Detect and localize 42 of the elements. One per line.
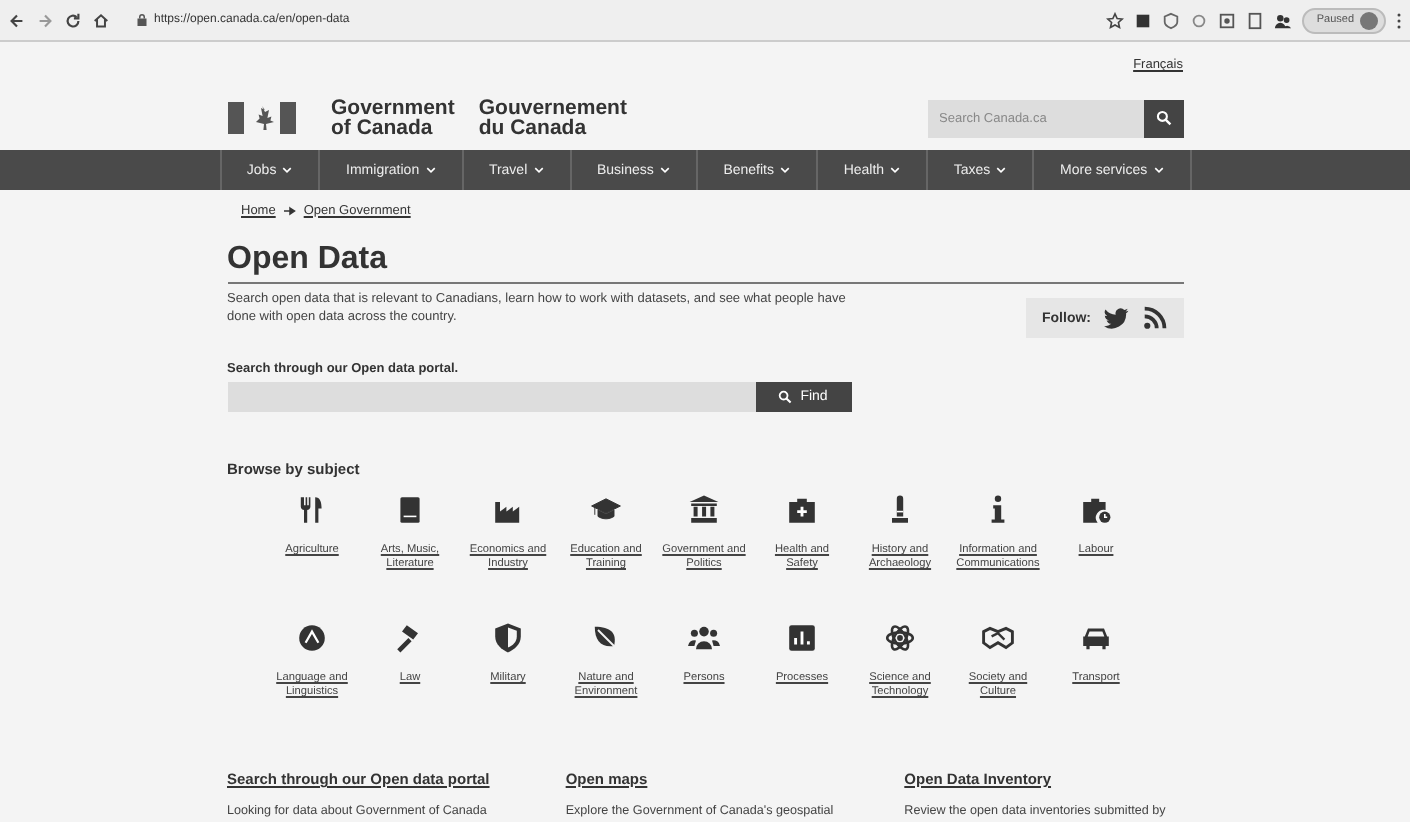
square-outline-icon[interactable]	[1218, 11, 1237, 29]
shield-outline-icon[interactable]	[1162, 11, 1181, 29]
rss-icon[interactable]	[1141, 306, 1167, 330]
arrow-icon	[283, 205, 296, 215]
toolbox-icon[interactable]	[1080, 494, 1112, 526]
search-icon	[778, 390, 793, 404]
lock-icon	[136, 12, 148, 28]
fork-knife-icon[interactable]	[296, 494, 328, 526]
atom-icon[interactable]	[884, 622, 916, 654]
building-icon[interactable]	[688, 494, 720, 526]
people-icon[interactable]	[688, 622, 720, 654]
people-pair-icon[interactable]	[1274, 11, 1293, 29]
car-icon[interactable]	[1080, 622, 1112, 654]
reload-icon[interactable]	[64, 11, 82, 29]
search-icon	[1155, 110, 1171, 126]
chevron-down-icon	[282, 166, 293, 174]
page-icon[interactable]	[1246, 11, 1265, 29]
wordmark-french: Gouvernement du Canada	[478, 98, 627, 138]
flag-icon	[227, 102, 295, 134]
chevron-down-icon	[425, 166, 436, 174]
medical-kit-icon[interactable]	[786, 494, 818, 526]
bird-icon[interactable]	[1103, 306, 1129, 330]
avatar-icon	[1360, 11, 1378, 29]
chevron-down-icon	[659, 166, 670, 174]
shield-icon[interactable]	[492, 622, 524, 654]
chevron-down-icon	[890, 166, 901, 174]
chevron-down-icon	[996, 166, 1007, 174]
chevron-down-icon	[533, 166, 544, 174]
chevron-down-icon	[780, 166, 790, 174]
ring-icon[interactable]	[1190, 11, 1209, 29]
chevron-down-icon	[1153, 166, 1164, 174]
wordmark-english: Government of Canada	[331, 98, 455, 138]
home-icon[interactable]	[92, 11, 110, 29]
portal-search-field[interactable]	[227, 382, 755, 412]
search-button[interactable]	[1143, 99, 1183, 137]
star-icon[interactable]	[1106, 11, 1125, 29]
page-title: Open Data	[227, 242, 1183, 284]
menu-icon[interactable]	[1396, 11, 1402, 29]
bar-chart-icon[interactable]	[786, 622, 818, 654]
square-icon[interactable]	[1134, 11, 1153, 29]
book-icon[interactable]	[394, 494, 426, 526]
back-icon[interactable]	[8, 11, 26, 29]
